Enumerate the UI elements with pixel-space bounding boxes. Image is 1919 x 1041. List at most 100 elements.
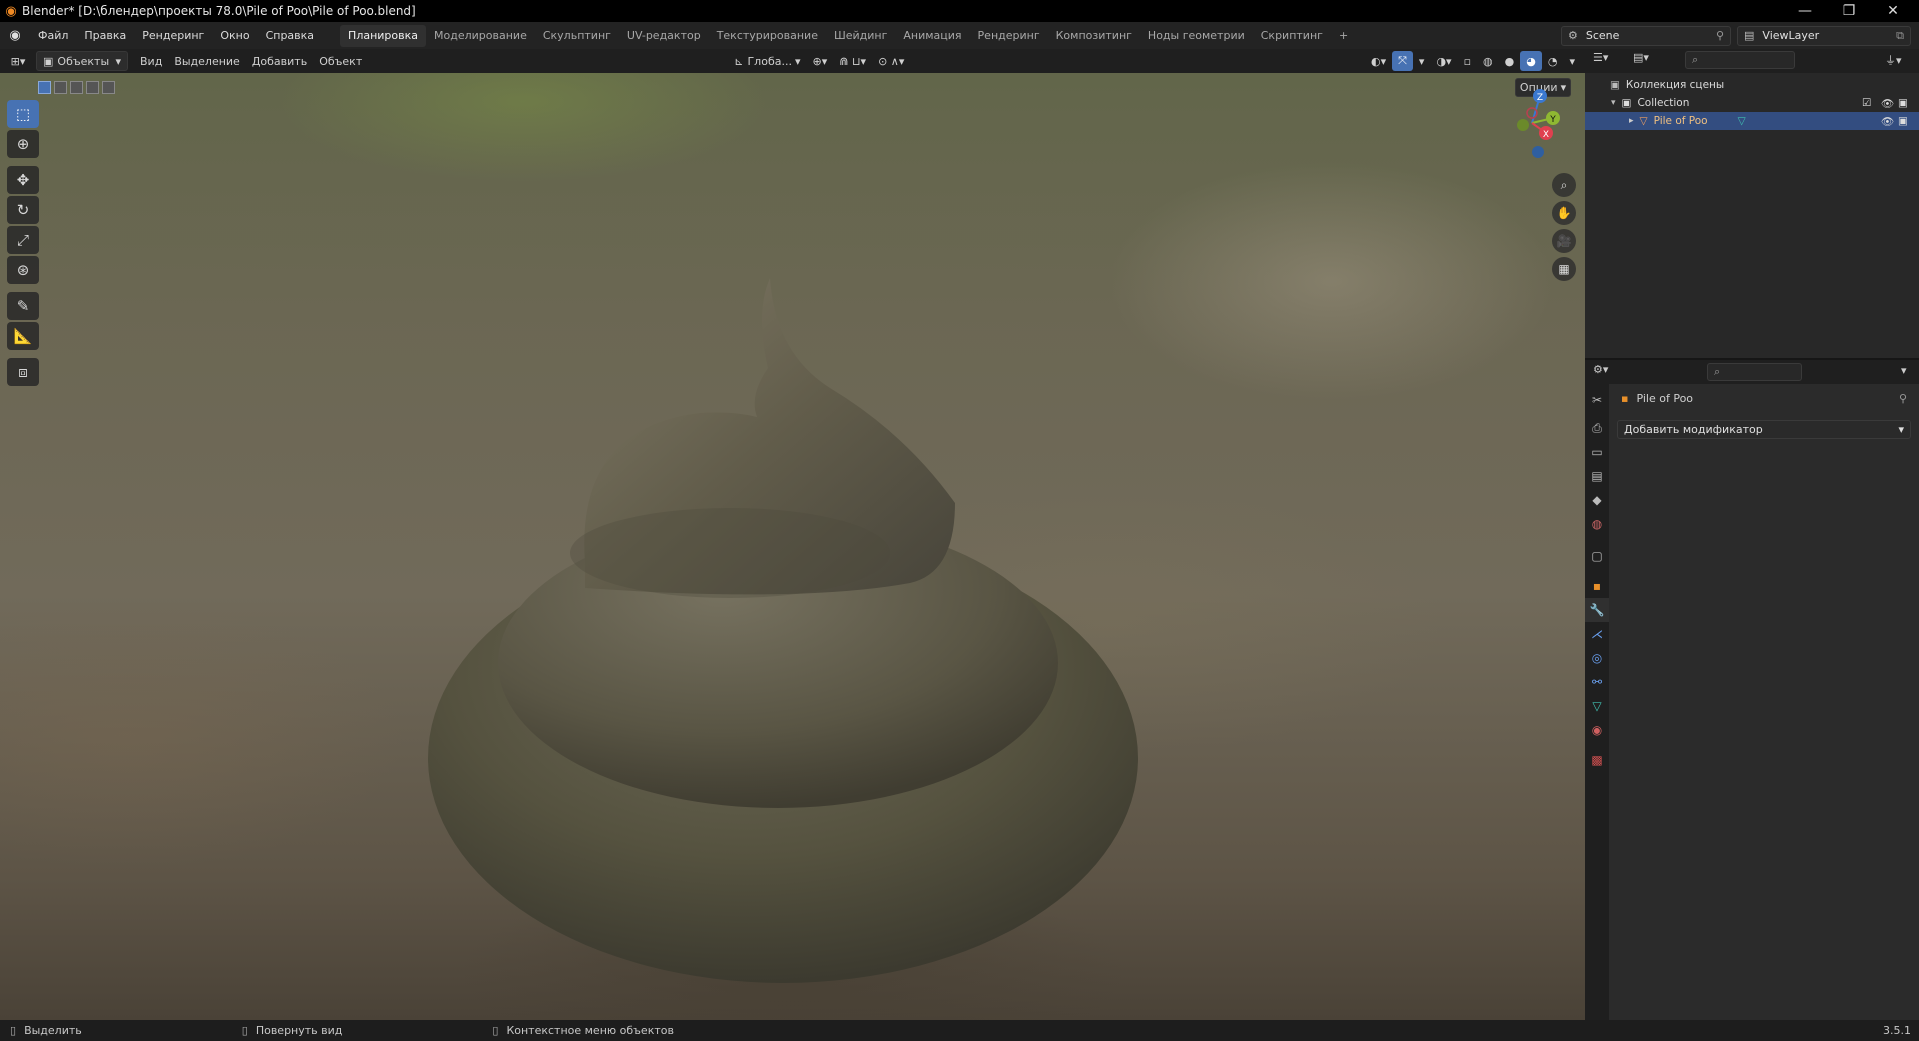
tab-compositing[interactable]: Композитинг [1048, 25, 1140, 47]
tab-scripting[interactable]: Скриптинг [1253, 25, 1331, 47]
collection-tab-icon[interactable]: ▢ [1585, 544, 1609, 568]
minimize-button[interactable]: — [1783, 0, 1827, 22]
output-tab-icon[interactable]: ▭ [1585, 440, 1609, 464]
tab-uv-editing[interactable]: UV-редактор [619, 25, 709, 47]
camera-render-icon[interactable]: ▣ [1898, 115, 1908, 127]
display-mode-icon[interactable]: ▤▾ [1633, 51, 1649, 64]
menu-add[interactable]: Добавить [246, 51, 313, 71]
editor-type-icon[interactable]: ⚙▾ [1593, 363, 1608, 376]
menu-render[interactable]: Рендеринг [134, 25, 212, 47]
menu-window[interactable]: Окно [212, 25, 257, 47]
gizmo-dropdown-icon[interactable]: ▾ [1413, 51, 1431, 71]
cursor-icon[interactable]: ⊕ [7, 130, 39, 158]
view-layer-tab-icon[interactable]: ▤ [1585, 464, 1609, 488]
select-new-icon[interactable] [38, 81, 51, 94]
tab-texture-paint[interactable]: Текстурирование [709, 25, 826, 47]
menu-object[interactable]: Объект [313, 51, 368, 71]
view-layer-selector[interactable]: ▤ ViewLayer ⧉ [1737, 25, 1911, 46]
close-button[interactable]: ✕ [1871, 0, 1915, 22]
tab-layout[interactable]: Планировка [340, 24, 427, 47]
hand-pan-icon[interactable]: ✋ [1552, 201, 1576, 225]
visibility-icon[interactable]: ◐▾ [1365, 51, 1392, 71]
outliner-row-object[interactable]: ▸ ▽ Pile of Poo ▽ 👁 ▣ [1585, 112, 1919, 130]
camera-render-icon[interactable]: ▣ [1898, 97, 1908, 109]
overlay-icon[interactable]: ◑▾ [1430, 51, 1457, 71]
rendered-shading-icon[interactable]: ◔ [1542, 51, 1564, 71]
data-tab-icon[interactable]: ▽ [1585, 694, 1609, 718]
camera-icon[interactable]: 🎥 [1552, 229, 1576, 253]
new-view-layer-icon[interactable]: ⧉ [1896, 29, 1904, 43]
tab-sculpting[interactable]: Скульптинг [535, 25, 619, 47]
orientation-dropdown[interactable]: ⊾ Глоба... ▾ [728, 51, 806, 71]
select-intersect-icon[interactable] [102, 81, 115, 94]
annotate-icon[interactable]: ✎ [7, 292, 39, 320]
menu-help[interactable]: Справка [258, 25, 322, 47]
menu-select[interactable]: Выделение [168, 51, 246, 71]
material-tab-icon[interactable]: ◉ [1585, 718, 1609, 742]
modifier-tab-icon[interactable]: 🔧 [1585, 598, 1609, 622]
select-subtract-icon[interactable] [70, 81, 83, 94]
zoom-icon[interactable]: ⌕ [1552, 173, 1576, 197]
measure-icon[interactable]: 📐 [7, 322, 39, 350]
proportional-edit-icon[interactable]: ⊙ ∧▾ [872, 51, 910, 71]
eye-icon[interactable]: 👁 [1881, 115, 1894, 128]
menu-view[interactable]: Вид [134, 51, 168, 71]
select-box-icon[interactable]: ⬚ [7, 100, 39, 128]
maximize-button[interactable]: ❐ [1827, 0, 1871, 22]
solid-shading-icon[interactable]: ● [1499, 51, 1521, 71]
world-tab-icon[interactable]: ◍ [1585, 512, 1609, 536]
transform-icon[interactable]: ⊛ [7, 256, 39, 284]
menu-edit[interactable]: Правка [76, 25, 134, 47]
3d-viewport[interactable]: Опции ▾ ⬚ ⊕ ✥ ↻ ⤢ ⊛ ✎ 📐 ⧈ Z Y X ⌕ ✋ 🎥 ▦ [0, 73, 1585, 1020]
chevron-down-icon[interactable]: ▾ [1901, 364, 1907, 377]
blender-menu-icon[interactable]: ◉ [0, 28, 30, 43]
wireframe-shading-icon[interactable]: ◍ [1477, 51, 1499, 71]
tab-rendering[interactable]: Рендеринг [970, 25, 1048, 47]
grid-ortho-icon[interactable]: ▦ [1552, 257, 1576, 281]
xray-icon[interactable]: ▫ [1458, 51, 1477, 71]
material-shading-icon[interactable]: ◕ [1520, 51, 1542, 71]
outliner-search-input[interactable]: ⌕ [1685, 51, 1795, 69]
pile-of-poo-object[interactable] [400, 193, 1160, 1003]
constraints-tab-icon[interactable]: ⚯ [1585, 670, 1609, 694]
mesh-data-icon[interactable]: ▽ [1738, 115, 1746, 127]
expand-arrow-icon[interactable]: ▸ [1629, 116, 1634, 126]
eye-icon[interactable]: 👁 [1881, 97, 1894, 110]
filter-icon[interactable]: ⏚▾ [1885, 52, 1902, 68]
tool-tab-icon[interactable]: ✂ [1585, 388, 1609, 412]
checkbox-icon[interactable]: ☑ [1862, 97, 1871, 109]
tab-modeling[interactable]: Моделирование [426, 25, 535, 47]
rotate-icon[interactable]: ↻ [7, 196, 39, 224]
tab-animation[interactable]: Анимация [895, 25, 969, 47]
outliner-row-collection[interactable]: ▾ ▣ Collection ☑ 👁 ▣ [1585, 94, 1919, 112]
navigation-gizmo[interactable]: Z Y X [1490, 83, 1570, 163]
expand-arrow-icon[interactable]: ▾ [1611, 98, 1616, 108]
texture-tab-icon[interactable]: ▩ [1585, 748, 1609, 772]
scene-tab-icon[interactable]: ◆ [1585, 488, 1609, 512]
move-icon[interactable]: ✥ [7, 166, 39, 194]
select-extend-icon[interactable] [54, 81, 67, 94]
add-cube-icon[interactable]: ⧈ [7, 358, 39, 386]
add-workspace-button[interactable]: + [1331, 25, 1356, 47]
particles-tab-icon[interactable]: ⋌ [1585, 622, 1609, 646]
menu-file[interactable]: Файл [30, 25, 76, 47]
pivot-icon[interactable]: ⊕▾ [806, 51, 833, 71]
object-tab-icon[interactable]: ▪ [1585, 574, 1609, 598]
pin-icon[interactable]: ⚲ [1899, 392, 1907, 405]
outliner-row-scene-collection[interactable]: ▣ Коллекция сцены [1585, 76, 1919, 94]
tab-geometry-nodes[interactable]: Ноды геометрии [1140, 25, 1253, 47]
pin-icon[interactable]: ⚲ [1716, 29, 1724, 42]
snap-icon[interactable]: ⋒ ⊔▾ [833, 51, 872, 71]
scale-icon[interactable]: ⤢ [7, 226, 39, 254]
mode-dropdown[interactable]: ▣ Объекты ▾ [36, 51, 128, 71]
physics-tab-icon[interactable]: ◎ [1585, 646, 1609, 670]
shading-dropdown-icon[interactable]: ▾ [1563, 51, 1581, 71]
gizmo-neg-y-axis[interactable] [1517, 119, 1529, 131]
gizmo-toggle-icon[interactable]: ⤧ [1392, 51, 1413, 71]
editor-type-icon[interactable]: ☰▾ [1593, 51, 1608, 64]
select-invert-icon[interactable] [86, 81, 99, 94]
gizmo-neg-z-axis[interactable] [1532, 146, 1544, 158]
scene-selector[interactable]: ⚙ Scene ⚲ [1561, 25, 1731, 46]
properties-search-input[interactable]: ⌕ [1707, 363, 1802, 381]
tab-shading[interactable]: Шейдинг [826, 25, 895, 47]
